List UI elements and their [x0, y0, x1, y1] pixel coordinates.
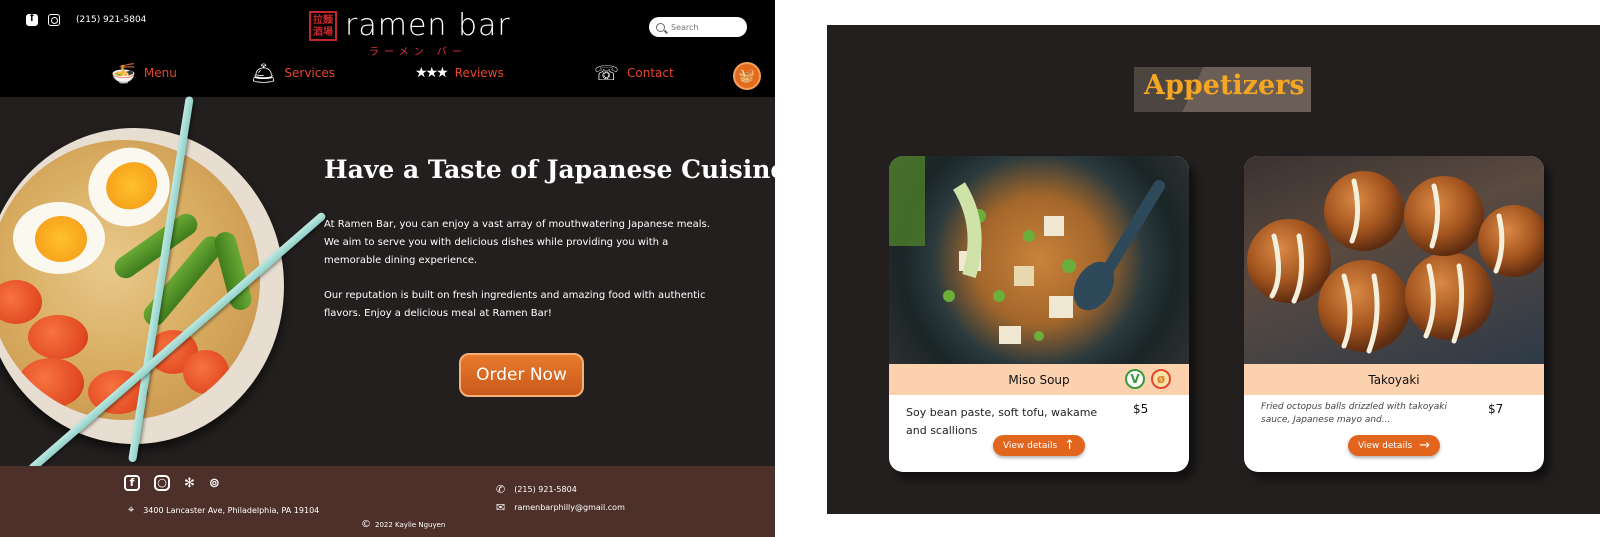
nav-menu-label: Menu: [143, 66, 177, 80]
basket-icon: 🧺: [738, 68, 756, 84]
section-title: Appetizers: [1144, 70, 1305, 101]
facebook-icon[interactable]: [26, 12, 38, 26]
footer-phone[interactable]: ✆ (215) 921-5804: [496, 483, 577, 496]
location-pin-icon: ⌖: [128, 503, 135, 516]
logo-stamp: 拉麵 酒場: [309, 11, 337, 41]
phone-icon: ☏: [594, 61, 620, 85]
header-phone[interactable]: (215) 921-5804: [76, 15, 146, 25]
search-icon: [656, 22, 665, 32]
cloche-icon: 🛎: [251, 61, 277, 85]
vegan-icon: V: [1125, 369, 1145, 389]
nav-contact-label: Contact: [627, 66, 674, 80]
landing-page: (215) 921-5804 拉麵酒場 ramen bar ラーメン バー 🍜 …: [0, 0, 775, 537]
instagram-icon[interactable]: [48, 14, 60, 26]
basket-button[interactable]: 🧺: [733, 62, 761, 90]
hero-title: Have a Taste of Japanese Cuisine: [324, 155, 775, 184]
mail-icon: ✉: [496, 501, 506, 514]
logo[interactable]: 拉麵 酒場 ramen bar ラーメン バー: [309, 11, 511, 58]
nav-contact[interactable]: ☏ Contact: [594, 63, 674, 83]
header-social: (215) 921-5804: [26, 12, 146, 26]
dish-price: $7: [1488, 402, 1504, 416]
yelp-icon[interactable]: ✻: [184, 476, 195, 491]
hero-paragraph: At Ramen Bar, you can enjoy a vast array…: [324, 219, 710, 266]
logo-subtitle: ラーメン バー: [369, 47, 467, 58]
order-now-button[interactable]: Order Now: [459, 353, 584, 397]
miso-soup-image: [889, 156, 1189, 364]
takoyaki-image: [1244, 156, 1544, 364]
menu-card-miso-soup[interactable]: Miso Soup V ø Soy bean paste, soft tofu,…: [889, 156, 1189, 472]
nav-reviews-label: Reviews: [454, 66, 504, 80]
footer-address: ⌖ 3400 Lancaster Ave, Philadelphia, PA 1…: [128, 503, 320, 516]
nav-reviews[interactable]: ★★★ Reviews: [415, 63, 504, 83]
phone-icon: ✆: [496, 483, 506, 496]
logo-name: ramen bar: [345, 8, 511, 43]
tripadvisor-icon[interactable]: ⊚: [209, 476, 220, 491]
appetizers-section: Appetizers Miso Soup V ø Soy bean paste,…: [827, 25, 1600, 514]
view-details-button[interactable]: View details →: [1348, 435, 1440, 456]
arrow-up-icon: ↑: [1064, 438, 1076, 453]
search-input[interactable]: [671, 22, 741, 32]
view-details-button[interactable]: View details ↑: [993, 435, 1085, 456]
footer-copyright: © 2022 Kaylie Nguyen: [361, 519, 446, 530]
stars-icon: ★★★: [415, 65, 449, 81]
footer-social: f ○ ✻ ⊚: [124, 475, 220, 491]
card-name-bar: Takoyaki: [1244, 364, 1544, 395]
dish-name: Takoyaki: [1368, 372, 1420, 387]
arrow-right-icon: →: [1419, 438, 1431, 453]
copyright-icon: ©: [361, 519, 371, 530]
header: (215) 921-5804 拉麵酒場 ramen bar ラーメン バー 🍜 …: [0, 0, 775, 97]
search-box[interactable]: [649, 17, 747, 37]
menu-card-takoyaki[interactable]: Takoyaki Fried octopus balls drizzled wi…: [1244, 156, 1544, 472]
dish-description: Fried octopus balls drizzled with takoya…: [1261, 402, 1447, 425]
dish-price: $5: [1133, 402, 1149, 416]
footer-email[interactable]: ✉ ramenbarphilly@gmail.com: [496, 501, 625, 514]
gluten-free-icon: ø: [1151, 369, 1171, 389]
nav-services-label: Services: [284, 66, 335, 80]
facebook-icon[interactable]: f: [124, 475, 140, 491]
nav-services[interactable]: 🛎 Services: [251, 63, 335, 83]
dish-name: Miso Soup: [1008, 372, 1070, 387]
instagram-icon[interactable]: ○: [154, 475, 170, 491]
ramen-bowl-icon: 🍜: [111, 61, 136, 85]
nav-menu[interactable]: 🍜 Menu: [111, 63, 177, 83]
footer: f ○ ✻ ⊚ ⌖ 3400 Lancaster Ave, Philadelph…: [0, 466, 775, 537]
hero-paragraph: Our reputation is built on fresh ingredi…: [324, 290, 706, 319]
